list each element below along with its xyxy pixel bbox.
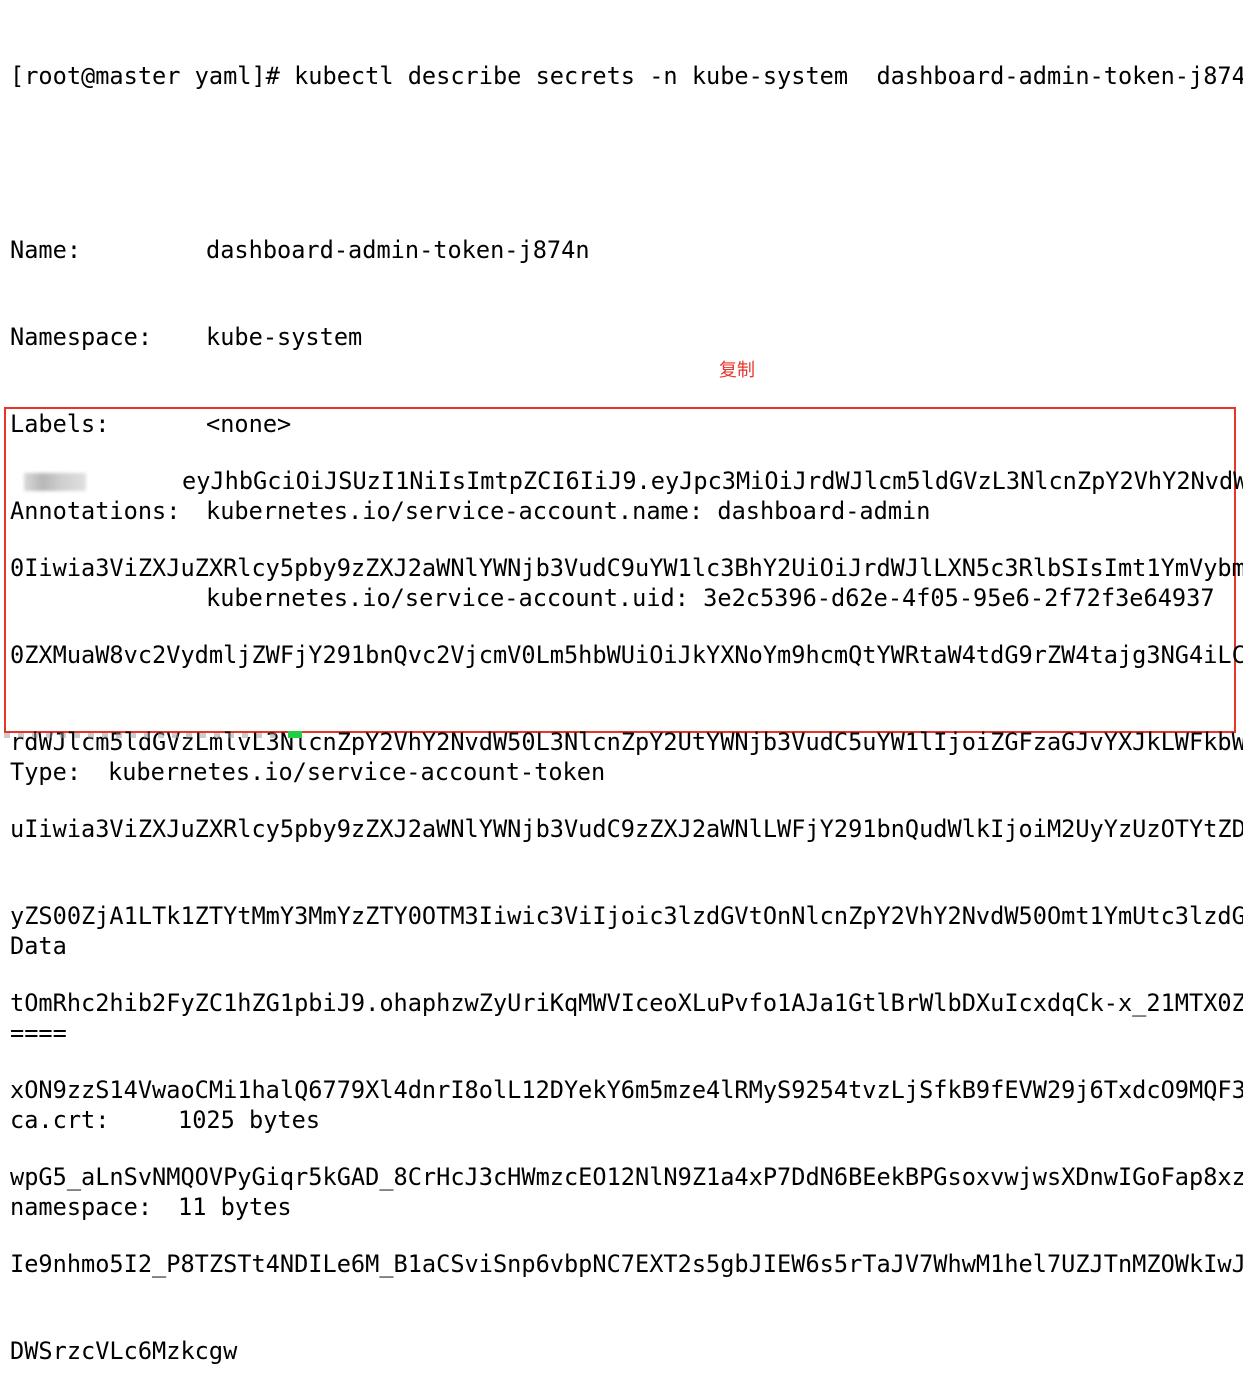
- token-line: yZS00ZjA1LTk1ZTYtMmY3MmYzZTY0OTM3Iiwic3V…: [10, 902, 1243, 930]
- token-line: Ie9nhmo5I2_P8TZSTt4NDILe6M_B1aCSviSnp6vb…: [10, 1250, 1243, 1278]
- namespace-key: Namespace:: [10, 323, 153, 351]
- namespace-row: Namespace: kube-system: [10, 323, 1243, 352]
- token-value[interactable]: eyJhbGciOiJSUzI1NiIsImtpZCI6IiJ9.eyJpc3M…: [10, 409, 1243, 1395]
- name-value: dashboard-admin-token-j874n: [206, 236, 590, 264]
- token-line: uIiwia3ViZXJuZXRlcy5pby9zZXJ2aWNlYWNjb3V…: [10, 815, 1243, 843]
- partial-next-line: [4, 733, 284, 738]
- terminal-cursor: [288, 731, 302, 738]
- name-key: Name:: [10, 236, 82, 264]
- name-row: Name: dashboard-admin-token-j874n: [10, 236, 1243, 265]
- token-line: DWSrzcVLc6Mzkcgw: [10, 1337, 238, 1365]
- token-line: 0Iiwia3ViZXJuZXRlcy5pby9zZXJ2aWNlYWNjb3V…: [10, 554, 1243, 582]
- token-line: eyJhbGciOiJSUzI1NiIsImtpZCI6IiJ9.eyJpc3M…: [10, 467, 1243, 496]
- command-line: [root@master yaml]# kubectl describe sec…: [10, 62, 1243, 90]
- token-line: wpG5_aLnSvNMQOVPyGiqr5kGAD_8CrHcJ3cHWmzc…: [10, 1163, 1243, 1191]
- namespace-value: kube-system: [206, 323, 363, 351]
- token-line: 0ZXMuaW8vc2VydmljZWFjY291bnQvc2VjcmV0Lm5…: [10, 641, 1243, 669]
- copy-annotation: 复制: [719, 360, 755, 381]
- token-line: xON9zzS14VwaoCMi1halQ6779Xl4dnrI8olL12DY…: [10, 1076, 1243, 1104]
- redacted-key: [24, 473, 86, 491]
- token-line: tOmRhc2hib2FyZC1hZG1pbiJ9.ohaphzwZyUriKq…: [10, 989, 1243, 1017]
